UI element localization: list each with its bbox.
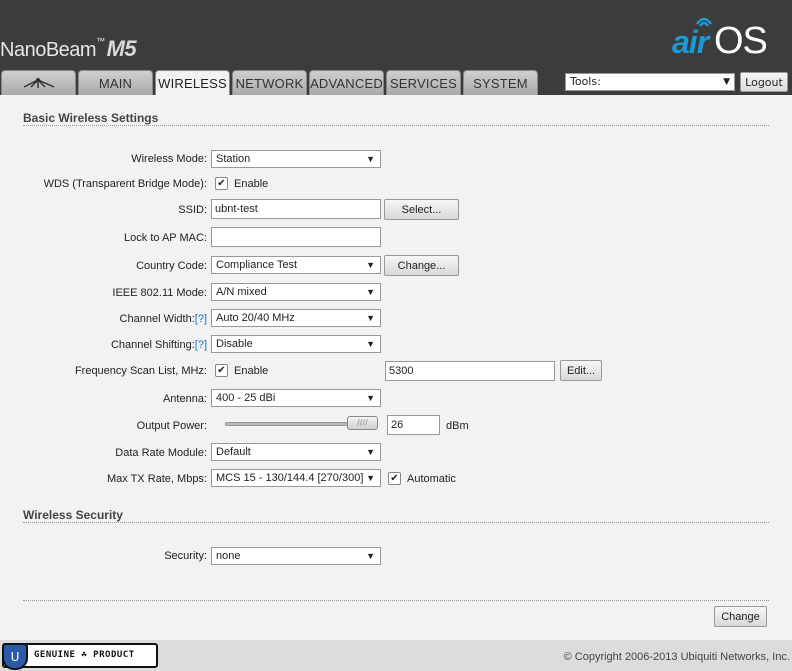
logo-os: OS	[714, 20, 768, 62]
output-power-slider-handle[interactable]: ////	[347, 416, 378, 430]
tab-services[interactable]: SERVICES	[386, 70, 461, 95]
channel-shifting-label: Channel Shifting:[?]	[111, 339, 207, 351]
freq-scan-enable-label: Enable	[234, 365, 269, 377]
chevron-down-icon: ▼	[723, 77, 730, 87]
output-power-unit: dBm	[446, 420, 469, 432]
shield-icon: U	[2, 643, 28, 670]
ieee-mode-value: A/N mixed	[216, 286, 267, 298]
country-change-button[interactable]: Change...	[384, 255, 459, 276]
channel-shifting-text: Channel Shifting:	[110, 339, 195, 351]
chevron-down-icon: ▼	[366, 260, 375, 270]
device-brand: NanoBeam™M5	[0, 36, 137, 62]
settings-panel: Basic Wireless Settings Wireless Mode: S…	[0, 95, 792, 640]
basic-wireless-title: Basic Wireless Settings	[23, 111, 159, 125]
freq-scan-input[interactable]: 5300	[385, 361, 555, 381]
chevron-down-icon: ▼	[366, 313, 375, 323]
antenna-label: Antenna:	[162, 393, 207, 405]
channel-width-label: Channel Width:[?]	[120, 313, 207, 325]
tab-ubiquiti-logo[interactable]	[1, 70, 76, 95]
change-button[interactable]: Change	[714, 606, 767, 627]
genuine-product-text: GENUINE ☘ PRODUCT	[34, 650, 135, 660]
data-rate-module-label: Data Rate Module:	[115, 447, 207, 459]
tab-network[interactable]: NETWORK	[232, 70, 307, 95]
channel-width-value: Auto 20/40 MHz	[216, 312, 295, 324]
wds-enable-label: Enable	[234, 178, 269, 190]
brand-model: M5	[106, 36, 137, 61]
freq-scan-edit-button[interactable]: Edit...	[560, 360, 602, 381]
tools-dropdown[interactable]: Tools: ▼	[565, 73, 735, 91]
main-tabs: MAIN WIRELESS NETWORK ADVANCED SERVICES …	[1, 70, 540, 96]
max-tx-rate-select[interactable]: MCS 15 - 130/144.4 [270/300] ▼	[211, 469, 381, 487]
channel-shifting-help-link[interactable]: [?]	[195, 339, 207, 351]
max-tx-rate-value: MCS 15 - 130/144.4 [270/300]	[216, 472, 364, 484]
lock-ap-mac-label: Lock to AP MAC:	[124, 232, 207, 244]
footer-bar: U GENUINE ☘ PRODUCT © Copyright 2006-201…	[0, 640, 792, 671]
chevron-down-icon: ▼	[366, 339, 375, 349]
channel-shifting-select[interactable]: Disable ▼	[211, 335, 381, 353]
ieee-mode-select[interactable]: A/N mixed ▼	[211, 283, 381, 301]
header-bar: NanoBeam™M5 air OS MAIN WIRELESS NETWORK…	[0, 0, 792, 96]
max-tx-rate-label: Max TX Rate, Mbps:	[106, 473, 207, 485]
tab-wireless[interactable]: WIRELESS	[155, 70, 230, 96]
ssid-label: SSID:	[178, 204, 207, 216]
wds-checkbox[interactable]: ✔	[215, 177, 228, 190]
wireless-mode-select[interactable]: Station ▼	[211, 150, 381, 168]
section-divider	[23, 522, 769, 523]
ssid-input[interactable]: ubnt-test	[211, 199, 381, 219]
antenna-value: 400 - 25 dBi	[216, 392, 276, 404]
freq-scan-checkbox[interactable]: ✔	[215, 364, 228, 377]
genuine-product-badge: U GENUINE ☘ PRODUCT	[2, 643, 158, 670]
brand-name: NanoBeam	[0, 39, 97, 61]
security-select[interactable]: none ▼	[211, 547, 381, 565]
lock-ap-mac-input[interactable]	[211, 227, 381, 247]
tools-label: Tools:	[570, 75, 601, 88]
logo-air: air	[672, 24, 709, 60]
logout-button[interactable]: Logout	[740, 72, 788, 92]
data-rate-module-select[interactable]: Default ▼	[211, 443, 381, 461]
chevron-down-icon: ▼	[366, 473, 375, 483]
airos-logo: air OS	[672, 14, 782, 64]
ubiquiti-logo-icon	[23, 78, 54, 88]
country-code-value: Compliance Test	[216, 259, 298, 271]
max-tx-auto-label: Automatic	[407, 473, 456, 485]
max-tx-auto-checkbox[interactable]: ✔	[388, 472, 401, 485]
channel-width-select[interactable]: Auto 20/40 MHz ▼	[211, 309, 381, 327]
tab-advanced[interactable]: ADVANCED	[309, 70, 384, 95]
country-code-label: Country Code:	[136, 260, 207, 272]
brand-tm: ™	[96, 36, 105, 46]
freq-scan-label: Frequency Scan List, MHz:	[74, 365, 207, 377]
wireless-security-title: Wireless Security	[23, 508, 123, 522]
antenna-select[interactable]: 400 - 25 dBi ▼	[211, 389, 381, 407]
chevron-down-icon: ▼	[366, 287, 375, 297]
channel-shifting-value: Disable	[216, 338, 253, 350]
chevron-down-icon: ▼	[366, 551, 375, 561]
chevron-down-icon: ▼	[366, 393, 375, 403]
section-divider	[23, 600, 769, 601]
ssid-select-button[interactable]: Select...	[384, 199, 459, 220]
tab-main[interactable]: MAIN	[78, 70, 153, 95]
output-power-label: Output Power:	[136, 420, 207, 432]
ieee-mode-label: IEEE 802.11 Mode:	[112, 287, 207, 299]
wireless-mode-value: Station	[216, 153, 251, 165]
chevron-down-icon: ▼	[366, 447, 375, 457]
copyright-text: © Copyright 2006-2013 Ubiquiti Networks,…	[563, 651, 790, 663]
wireless-mode-label: Wireless Mode:	[131, 153, 207, 165]
wds-label: WDS (Transparent Bridge Mode):	[43, 178, 207, 190]
channel-width-help-link[interactable]: [?]	[195, 313, 207, 325]
chevron-down-icon: ▼	[366, 154, 375, 164]
section-divider	[23, 125, 769, 126]
security-label: Security:	[164, 550, 207, 562]
security-value: none	[216, 550, 241, 562]
channel-width-text: Channel Width:	[119, 313, 195, 325]
tab-system[interactable]: SYSTEM	[463, 70, 538, 95]
country-code-select[interactable]: Compliance Test ▼	[211, 256, 381, 274]
data-rate-module-value: Default	[216, 446, 251, 458]
output-power-input[interactable]: 26	[387, 415, 440, 435]
